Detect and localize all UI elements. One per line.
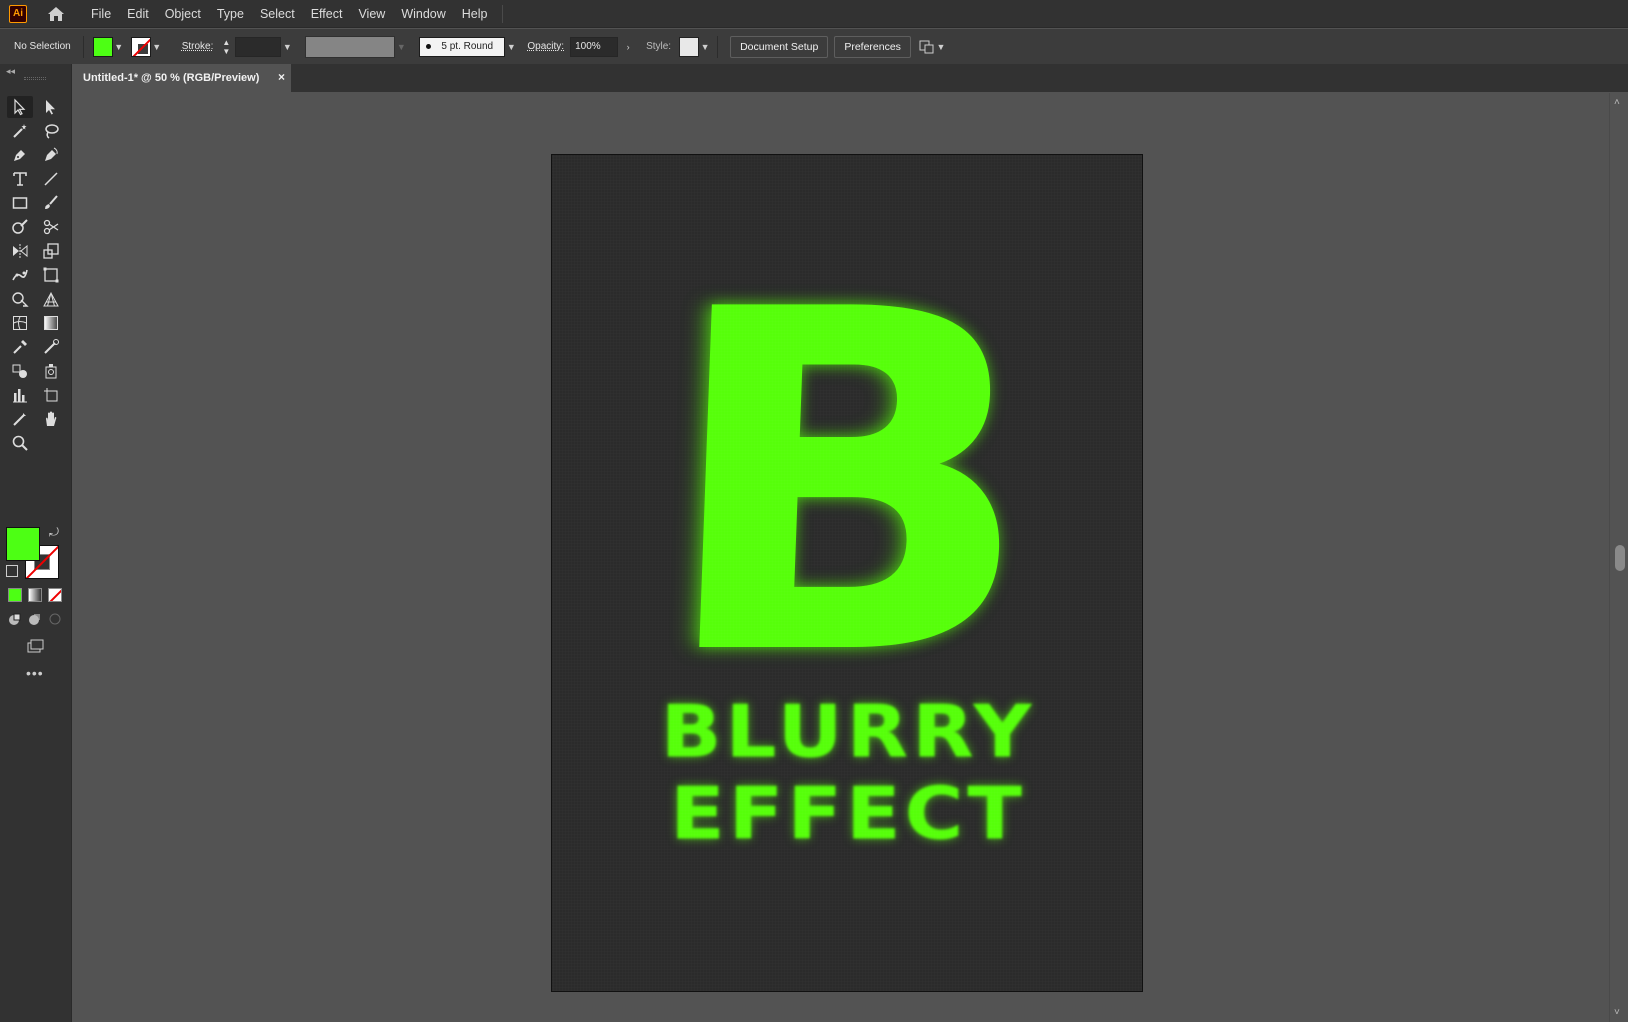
menu-effect[interactable]: Effect [303, 0, 351, 28]
stroke-weight-input[interactable] [235, 36, 282, 57]
menu-view[interactable]: View [350, 0, 393, 28]
preferences-button[interactable]: Preferences [834, 35, 911, 58]
puppet-warp-tool-icon[interactable] [7, 264, 33, 286]
fill-control[interactable]: ▼ [92, 36, 125, 57]
fill-swatch[interactable] [92, 36, 113, 57]
shape-builder-tool-icon[interactable] [7, 288, 33, 310]
artwork-letter-b[interactable]: B [552, 211, 1142, 758]
menu-edit[interactable]: Edit [119, 0, 157, 28]
scissors-tool-icon[interactable] [38, 216, 64, 238]
magic-wand-tool-icon[interactable] [7, 120, 33, 142]
draw-behind-icon[interactable] [28, 612, 42, 626]
default-colors-icon[interactable] [6, 565, 18, 577]
divider [82, 35, 84, 58]
hand-tool-icon[interactable] [38, 408, 64, 430]
curvature-tool-icon[interactable] [38, 144, 64, 166]
menu-help[interactable]: Help [454, 0, 496, 28]
scrollbar-thumb[interactable] [1615, 545, 1625, 571]
reflect-tool-icon[interactable] [7, 240, 33, 262]
artboard[interactable]: B BLURRY EFFECT [551, 154, 1143, 992]
close-icon[interactable]: × [278, 70, 285, 84]
stroke-control[interactable]: ▼ [130, 36, 163, 57]
menu-object[interactable]: Object [157, 0, 209, 28]
document-setup-button[interactable]: Document Setup [730, 35, 829, 58]
stroke-swatch[interactable] [130, 36, 151, 57]
artboard-tool-icon[interactable] [38, 384, 64, 406]
swap-fill-stroke-icon[interactable]: ⤾ [49, 525, 59, 540]
vertical-scrollbar[interactable]: ˄ ˅ [1609, 93, 1628, 1022]
direct-selection-tool-icon[interactable] [38, 96, 64, 118]
menu-file[interactable]: File [83, 0, 119, 28]
draw-normal-icon[interactable] [8, 612, 22, 626]
document-tab-title: Untitled-1* @ 50 % (RGB/Preview) [83, 72, 260, 84]
none-mode-button[interactable] [48, 588, 62, 602]
line-segment-tool-icon[interactable] [38, 168, 64, 190]
chevron-down-icon[interactable]: ▼ [699, 37, 711, 57]
chevron-down-icon[interactable]: ▼ [935, 37, 947, 57]
change-screen-mode-icon[interactable] [22, 636, 48, 658]
document-tab-strip: Untitled-1* @ 50 % (RGB/Preview) × [73, 64, 1628, 92]
style-label: Style: [646, 41, 672, 52]
brush-label: 5 pt. Round [441, 41, 494, 52]
panel-grip[interactable] [24, 77, 46, 80]
brush-definition[interactable]: 5 pt. Round [419, 36, 506, 57]
rectangle-tool-icon[interactable] [7, 192, 33, 214]
perspective-grid-tool-icon[interactable] [38, 288, 64, 310]
gradient-mode-button[interactable] [28, 588, 42, 602]
shaper-tool-icon[interactable] [7, 216, 33, 238]
stroke-label[interactable]: Stroke: [176, 41, 220, 52]
home-icon[interactable] [45, 3, 67, 25]
type-tool-icon[interactable] [7, 168, 33, 190]
canvas[interactable]: B BLURRY EFFECT [73, 93, 1609, 1022]
slice-tool-icon[interactable] [7, 408, 33, 430]
eyedropper-tool-icon[interactable] [7, 336, 33, 358]
fill-color-swatch[interactable] [6, 527, 40, 561]
stroke-stepper[interactable]: ▲ ▼ [219, 36, 233, 58]
brush-dot-icon [426, 44, 432, 49]
scroll-down-icon[interactable]: ˅ [1614, 1007, 1620, 1018]
selection-tool-icon[interactable] [7, 96, 33, 118]
menu-window[interactable]: Window [393, 0, 453, 28]
mesh-tool-icon[interactable] [7, 312, 33, 334]
draw-inside-icon[interactable] [48, 612, 62, 626]
control-bar: No Selection ▼ ▼ Stroke: ▲ ▼ ▼ ▼ 5 pt. Ro… [0, 29, 1628, 64]
chevron-down-icon[interactable]: ▼ [113, 37, 125, 57]
menu-bar: Ai File Edit Object Type Select Effect V… [0, 0, 1628, 28]
chevron-down-icon[interactable]: ▼ [505, 37, 517, 57]
color-mode-button[interactable] [8, 588, 22, 602]
scroll-up-icon[interactable]: ˄ [1614, 97, 1620, 108]
tools-panel: ◂◂ ⤾ ••• [0, 64, 72, 1022]
blend-tool-icon[interactable] [7, 360, 33, 382]
pen-tool-icon[interactable] [7, 144, 33, 166]
zoom-tool-icon[interactable] [7, 432, 33, 454]
lasso-tool-icon[interactable] [38, 120, 64, 142]
artwork-text-effect[interactable]: EFFECT [552, 772, 1142, 856]
free-transform-tool-icon[interactable] [38, 264, 64, 286]
chevron-right-icon[interactable]: › [622, 37, 634, 57]
menu-select[interactable]: Select [252, 0, 303, 28]
chevron-down-icon[interactable]: ▼ [151, 37, 163, 57]
gradient-tool-icon[interactable] [38, 312, 64, 334]
opacity-label[interactable]: Opacity: [521, 41, 570, 52]
chevron-down-icon: ▼ [396, 41, 406, 52]
paintbrush-tool-icon[interactable] [38, 192, 64, 214]
opacity-input[interactable]: 100% [570, 36, 619, 57]
column-graph-tool-icon[interactable] [7, 384, 33, 406]
menu-divider [501, 4, 503, 23]
edit-toolbar-icon[interactable]: ••• [26, 665, 44, 681]
document-tab[interactable]: Untitled-1* @ 50 % (RGB/Preview) × [73, 64, 291, 92]
variable-width-profile[interactable] [305, 35, 396, 58]
graphic-style-swatch[interactable] [679, 36, 700, 57]
selection-status: No Selection [14, 41, 71, 52]
app-logo: Ai [9, 4, 27, 23]
arrange-documents-icon[interactable] [919, 40, 935, 54]
chevron-down-icon[interactable]: ▼ [281, 37, 293, 57]
artwork-text-blurry[interactable]: BLURRY [552, 690, 1142, 774]
collapse-panel-icon[interactable]: ◂◂ [6, 66, 15, 77]
menu-type[interactable]: Type [209, 0, 252, 28]
measure-tool-icon[interactable] [38, 336, 64, 358]
scale-tool-icon[interactable] [38, 240, 64, 262]
symbol-sprayer-tool-icon[interactable] [38, 360, 64, 382]
divider [717, 35, 719, 58]
